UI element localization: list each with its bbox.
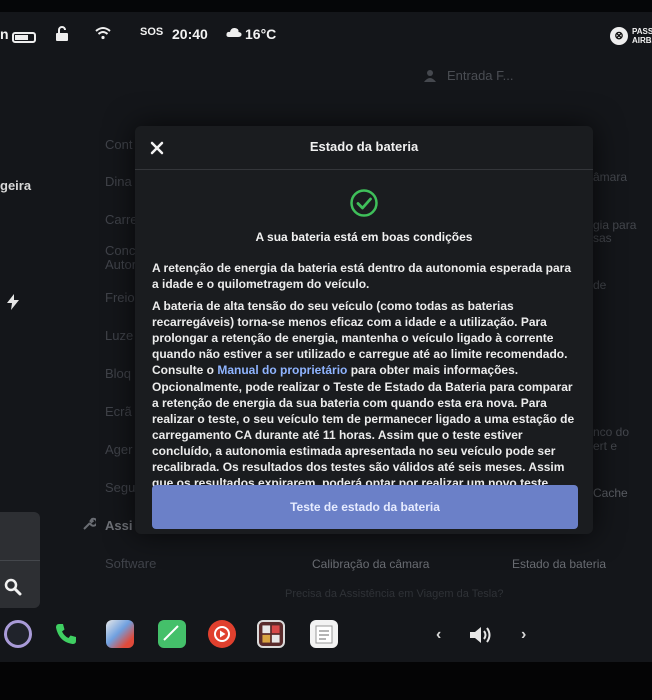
menu-item[interactable]: Assi [105, 518, 132, 533]
battery-status-text: A sua bateria está em boas condições [255, 230, 473, 244]
battery-percent: n [0, 26, 9, 42]
camera-calibration-link[interactable]: Calibração da câmara [312, 557, 429, 571]
notes-icon[interactable] [158, 620, 186, 648]
menu-item[interactable]: Segu [105, 480, 135, 495]
navigation-icon[interactable] [106, 620, 134, 648]
chevron-right-icon[interactable]: › [521, 626, 526, 644]
battery-icon [12, 32, 36, 43]
volume-icon[interactable] [468, 623, 496, 647]
menu-item[interactable]: Luze [105, 328, 133, 343]
airbag-label: PASSE AIRBA [632, 27, 652, 45]
roadside-question[interactable]: Precisa da Assistência em Viagem da Tesl… [285, 588, 504, 600]
games-icon[interactable] [257, 620, 285, 648]
cloud-icon [226, 27, 242, 37]
left-label: geira [0, 178, 32, 193]
right-label: gia para sas [593, 218, 637, 245]
chevron-left-icon[interactable]: ‹ [436, 626, 441, 644]
test-info-paragraph: Opcionalmente, pode realizar o Teste de … [152, 380, 575, 490]
battery-health-test-button[interactable]: Teste de estado da bateria [152, 485, 578, 529]
right-label: de [593, 278, 607, 292]
screen-bezel [0, 662, 652, 700]
media-player-icon[interactable] [208, 620, 236, 648]
check-circle-icon [350, 189, 378, 217]
battery-health-dialog: Estado da bateria A sua bateria está em … [135, 126, 593, 534]
charging-bolt-icon [7, 294, 19, 310]
advice-paragraph: A bateria de alta tensão do seu veículo … [152, 298, 580, 378]
right-label: ert e [593, 439, 618, 453]
menu-item[interactable]: Cont [105, 137, 132, 152]
menu-item[interactable]: Software [105, 556, 156, 571]
status-bar: n SOS 20:40 16°C ⊗ PASSE AIRBA [0, 12, 652, 56]
owners-manual-link[interactable]: Manual do proprietário [217, 363, 347, 377]
camera-app-icon[interactable] [4, 620, 32, 648]
menu-item[interactable]: Ecrã [105, 404, 132, 419]
app-dock: ‹ › [0, 620, 652, 662]
divider [0, 560, 40, 561]
search-panel [0, 512, 40, 608]
car-screen: n SOS 20:40 16°C ⊗ PASSE AIRBA Entrada F… [0, 12, 652, 662]
sos-label: SOS [140, 26, 164, 38]
dialog-title: Estado da bateria [309, 139, 419, 154]
clock: 20:40 [172, 26, 208, 42]
retention-paragraph: A retenção de energia da bateria está de… [152, 261, 572, 291]
wrench-icon [83, 517, 96, 530]
battery-state-link[interactable]: Estado da bateria [512, 557, 606, 571]
menu-item[interactable]: Conc Autor [105, 244, 136, 272]
temperature: 16°C [245, 26, 277, 42]
lock-icon[interactable] [55, 26, 69, 42]
phone-icon[interactable] [52, 620, 80, 648]
menu-item[interactable]: Ager [105, 442, 132, 457]
dialog-header: Estado da bateria [135, 126, 593, 170]
menu-item[interactable]: Carre [105, 212, 138, 227]
profile-name[interactable]: Entrada F... [447, 68, 513, 83]
profile-icon [424, 70, 436, 82]
menu-item[interactable]: Freio [105, 290, 135, 305]
calendar-icon[interactable] [310, 620, 338, 648]
advice-text-end: para obter mais informações. [347, 363, 519, 377]
right-label[interactable]: Cache [593, 486, 628, 500]
airbag-icon: ⊗ [610, 27, 628, 45]
menu-item[interactable]: Bloq [105, 366, 131, 381]
wifi-icon [95, 27, 111, 40]
right-label: âmara [593, 170, 628, 184]
menu-item[interactable]: Dina [105, 174, 132, 189]
right-label: nco do [593, 425, 630, 439]
search-icon[interactable] [4, 578, 22, 596]
